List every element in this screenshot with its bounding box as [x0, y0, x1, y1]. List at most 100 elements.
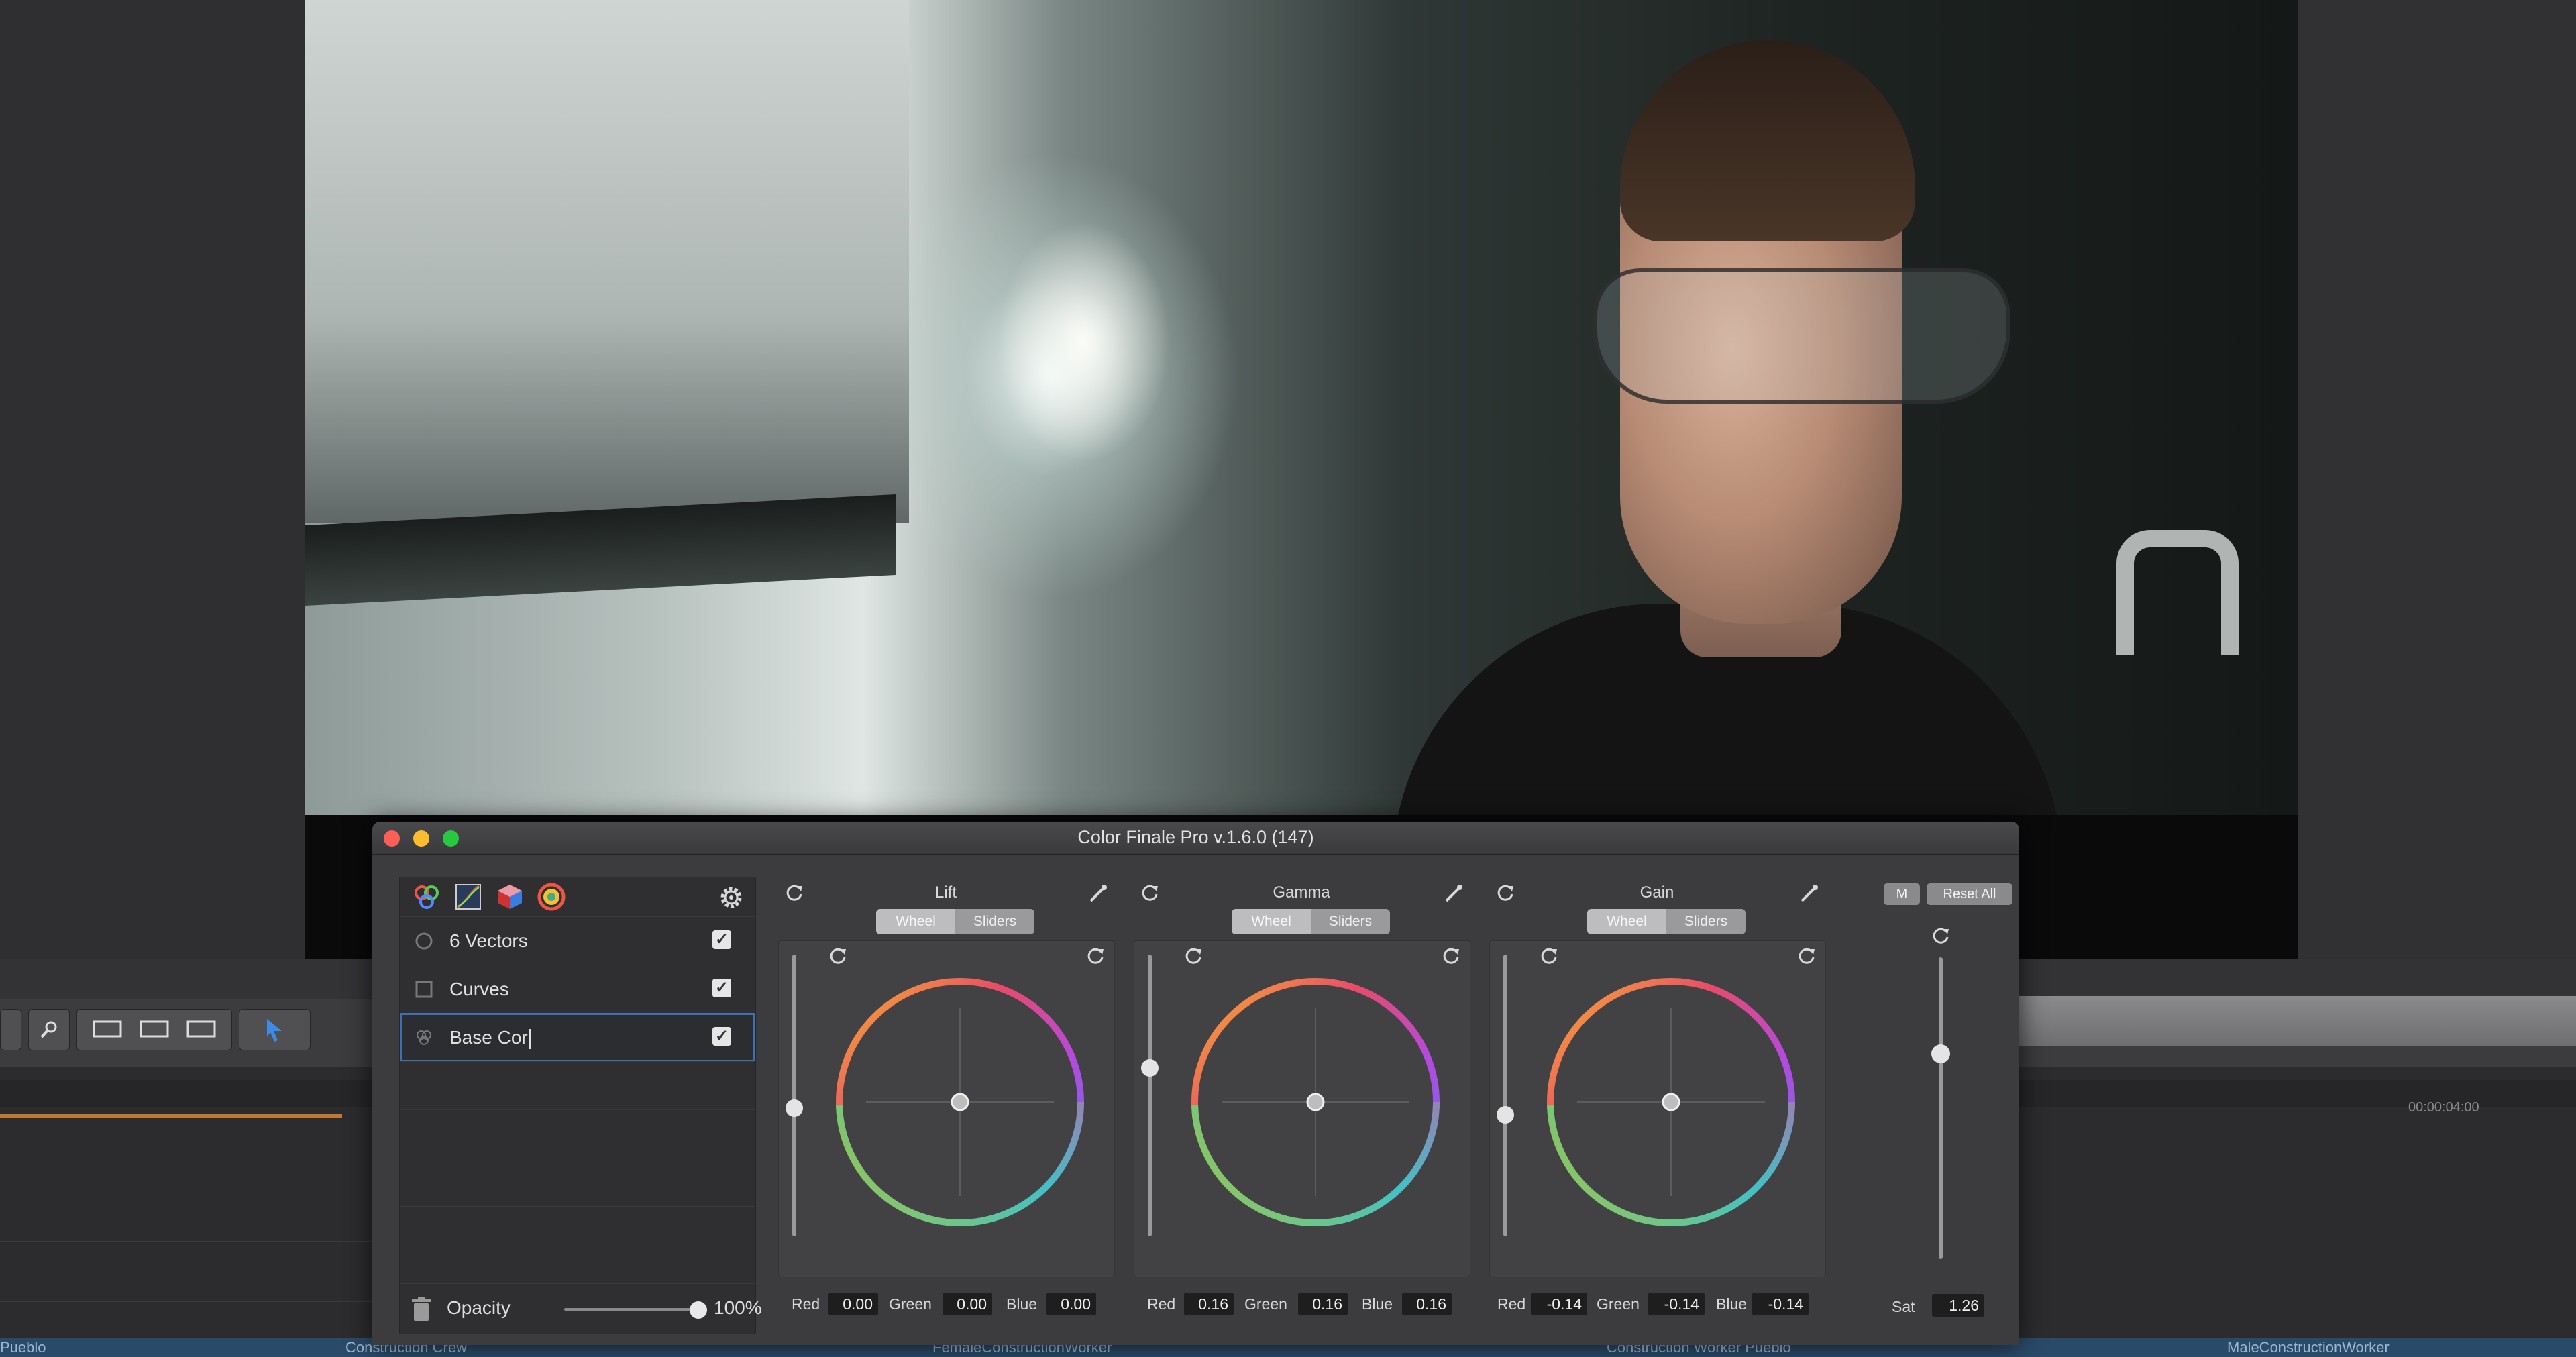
- opacity-value: 100%: [714, 1297, 762, 1318]
- layer-row-6-vectors[interactable]: 6 Vectors ✓: [400, 916, 755, 965]
- gamma-wheel-area: [1134, 940, 1470, 1277]
- layers-panel: 6 Vectors ✓ Curves ✓ Base Cor ✓ Opacity …: [399, 877, 762, 1334]
- vectors-icon: [415, 932, 433, 950]
- clip-label[interactable]: MaleConstructionWorker: [2227, 1339, 2390, 1356]
- gamma-color-wheel[interactable]: [1188, 975, 1443, 1230]
- opacity-slider-knob[interactable]: [690, 1301, 707, 1319]
- color-wheels-icon[interactable]: [412, 882, 441, 912]
- gamma-red-field[interactable]: 0.16: [1184, 1293, 1234, 1315]
- arrow-cursor-icon: [266, 1019, 282, 1042]
- layer-row-base-correction[interactable]: Base Cor ✓: [400, 1013, 755, 1062]
- saturation-slider[interactable]: [1939, 957, 1943, 1259]
- layer-empty-row: [400, 1109, 755, 1158]
- gain-values: Red -0.14 Green -0.14 Blue -0.14: [1483, 1287, 1831, 1321]
- curves-icon: [415, 981, 433, 998]
- lift-blue-field[interactable]: 0.00: [1046, 1293, 1096, 1315]
- vectors-icon[interactable]: [537, 882, 566, 912]
- sliders-tab[interactable]: Sliders: [1311, 909, 1390, 934]
- layer-empty-row: [400, 1158, 755, 1207]
- wheel-tab[interactable]: Wheel: [1587, 909, 1666, 934]
- value-label: Red: [792, 1295, 820, 1313]
- opacity-label: Opacity: [447, 1297, 511, 1318]
- select-tool-button[interactable]: [239, 1009, 311, 1050]
- wheel-tab[interactable]: Wheel: [876, 909, 955, 934]
- reset-icon[interactable]: [1537, 944, 1561, 968]
- lift-header: Lift: [771, 877, 1120, 908]
- value-label: Blue: [1362, 1295, 1393, 1313]
- lift-panel: Lift Wheel Sliders Red 0.00 Green 0.00 B…: [771, 877, 1120, 1333]
- layer-row-curves[interactable]: Curves ✓: [400, 965, 755, 1014]
- lift-luma-knob[interactable]: [786, 1099, 803, 1117]
- opacity-row: Opacity 100%: [400, 1283, 762, 1334]
- saturation-knob[interactable]: [1931, 1044, 1950, 1063]
- wheel-tab[interactable]: Wheel: [1232, 909, 1311, 934]
- layer-enabled-checkbox[interactable]: ✓: [712, 1027, 731, 1046]
- viewer-goggles: [1593, 268, 2010, 404]
- gamma-luma-knob[interactable]: [1141, 1059, 1159, 1077]
- eyedropper-icon[interactable]: [1087, 882, 1110, 905]
- reset-icon[interactable]: [1794, 944, 1819, 968]
- gain-luma-slider[interactable]: [1503, 955, 1507, 1236]
- gamma-blue-field[interactable]: 0.16: [1402, 1293, 1452, 1315]
- gain-luma-knob[interactable]: [1497, 1106, 1514, 1124]
- sliders-tab[interactable]: Sliders: [955, 909, 1034, 934]
- cube-icon[interactable]: [495, 882, 525, 912]
- gear-icon[interactable]: [715, 881, 747, 914]
- eyedropper-icon[interactable]: [1442, 882, 1465, 905]
- gamma-values: Red 0.16 Green 0.16 Blue 0.16: [1127, 1287, 1476, 1321]
- toolbar-edge-button[interactable]: [0, 1009, 21, 1050]
- lift-values: Red 0.00 Green 0.00 Blue 0.00: [771, 1287, 1120, 1321]
- gain-header: Gain: [1483, 877, 1831, 908]
- value-label: Blue: [1716, 1295, 1748, 1313]
- color-wheels-icon: [417, 1030, 431, 1045]
- gain-color-wheel[interactable]: [1544, 975, 1799, 1230]
- reset-icon[interactable]: [1181, 944, 1205, 968]
- layer-empty-row: [400, 1061, 755, 1110]
- layer-name-input[interactable]: Base Cor: [449, 1027, 531, 1049]
- opacity-slider[interactable]: [564, 1308, 698, 1311]
- saturation-field[interactable]: 1.26: [1932, 1294, 1984, 1317]
- reset-icon[interactable]: [1439, 944, 1463, 968]
- gain-blue-field[interactable]: -0.14: [1752, 1293, 1809, 1315]
- gain-panel: Gain Wheel Sliders Red -0.14 Green -0.14: [1483, 877, 1831, 1333]
- reset-icon[interactable]: [826, 944, 850, 968]
- lift-luma-slider[interactable]: [792, 955, 796, 1236]
- gamma-green-field[interactable]: 0.16: [1298, 1293, 1348, 1315]
- lift-red-field[interactable]: 0.00: [828, 1293, 878, 1315]
- lift-color-wheel[interactable]: [833, 975, 1087, 1230]
- layer-empty-row: [400, 1206, 755, 1255]
- gain-red-field[interactable]: -0.14: [1531, 1293, 1587, 1315]
- trash-icon[interactable]: [411, 1296, 432, 1323]
- video-viewer[interactable]: [305, 0, 2298, 959]
- window-titlebar[interactable]: Color Finale Pro v.1.6.0 (147): [372, 822, 2019, 855]
- inspector-pane: [2298, 0, 2576, 959]
- gamma-luma-slider[interactable]: [1148, 955, 1152, 1236]
- viewer-light: [996, 221, 1171, 463]
- toolbar-right-bar: [2019, 996, 2576, 1046]
- reset-icon[interactable]: [1083, 944, 1108, 968]
- clip-label[interactable]: Pueblo: [0, 1339, 46, 1356]
- reset-icon[interactable]: [1929, 924, 1953, 948]
- color-finale-window: Color Finale Pro v.1.6.0 (147) 6 Vectors…: [372, 822, 2019, 1345]
- edit-mode-buttons[interactable]: [76, 1009, 232, 1050]
- m-button[interactable]: M: [1884, 883, 1920, 905]
- layer-name: Curves: [449, 979, 509, 999]
- lift-green-field[interactable]: 0.00: [943, 1293, 992, 1315]
- layer-name: 6 Vectors: [449, 930, 528, 951]
- sliders-tab[interactable]: Sliders: [1666, 909, 1746, 934]
- gain-title: Gain: [1640, 883, 1674, 902]
- layer-enabled-checkbox[interactable]: ✓: [712, 930, 731, 949]
- curves-icon[interactable]: [453, 882, 483, 912]
- gamma-title: Gamma: [1273, 883, 1330, 902]
- lift-wheel-area: [778, 940, 1115, 1277]
- value-label: Blue: [1006, 1295, 1038, 1313]
- reset-all-button[interactable]: Reset All: [1927, 883, 2012, 905]
- gain-green-field[interactable]: -0.14: [1648, 1293, 1705, 1315]
- eyedropper-icon[interactable]: [1798, 882, 1821, 905]
- text-caret: [529, 1028, 531, 1049]
- gamma-mode-toggle: Wheel Sliders: [1232, 909, 1390, 934]
- saturation-label: Sat: [1892, 1298, 1915, 1315]
- zoom-tool-button[interactable]: [28, 1009, 70, 1050]
- layer-enabled-checkbox[interactable]: ✓: [712, 979, 731, 997]
- value-label: Red: [1497, 1295, 1526, 1313]
